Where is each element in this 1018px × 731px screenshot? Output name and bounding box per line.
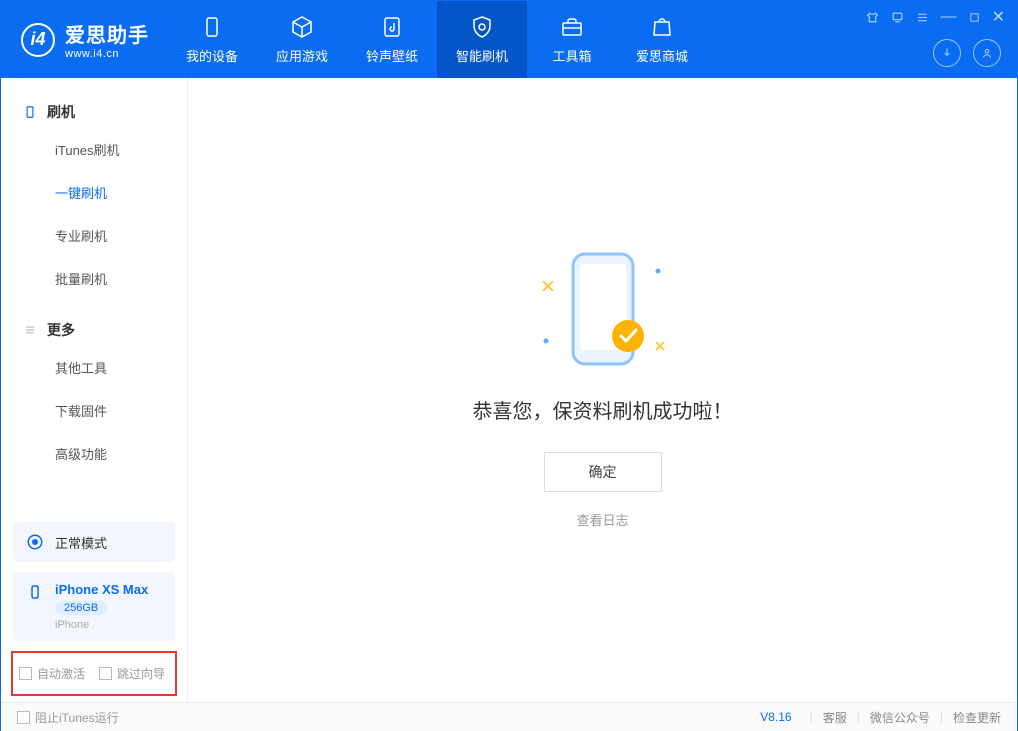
footer-right: V8.16 | 客服 | 微信公众号 | 检查更新 xyxy=(760,709,1001,726)
checkbox-skip-guide[interactable]: 跳过向导 xyxy=(99,665,165,682)
version-label: V8.16 xyxy=(760,710,791,724)
window-controls: — ✕ xyxy=(866,7,1005,27)
user-button[interactable] xyxy=(973,39,1001,67)
shield-refresh-icon xyxy=(469,14,495,40)
list-icon xyxy=(23,323,37,337)
device-info: iPhone XS Max 256GB iPhone xyxy=(55,582,148,631)
mode-icon xyxy=(25,532,45,552)
mode-box[interactable]: 正常模式 xyxy=(13,522,175,562)
music-file-icon xyxy=(379,14,405,40)
sidebar-group-more: 更多 xyxy=(1,314,187,346)
sidebar-item-itunes[interactable]: iTunes刷机 xyxy=(1,128,187,171)
device-type: iPhone xyxy=(55,619,148,631)
device-box[interactable]: iPhone XS Max 256GB iPhone xyxy=(13,572,175,641)
separator: | xyxy=(940,710,943,724)
check-update-link[interactable]: 检查更新 xyxy=(953,709,1001,726)
group-label: 更多 xyxy=(47,320,75,340)
device-name: iPhone XS Max xyxy=(55,582,148,597)
logo-text: 爱思助手 www.i4.cn xyxy=(65,19,149,60)
sidebar: 刷机 iTunes刷机 一键刷机 专业刷机 批量刷机 更多 其他工具 下载固件 … xyxy=(1,78,188,702)
nav-label: 智能刷机 xyxy=(456,46,508,65)
group-label: 刷机 xyxy=(47,102,75,122)
logo-icon: i4 xyxy=(21,23,55,57)
toolbox-icon xyxy=(559,14,585,40)
sidebar-item-other[interactable]: 其他工具 xyxy=(1,346,187,389)
checkbox-label: 跳过向导 xyxy=(117,665,165,682)
nav: 我的设备 应用游戏 铃声壁纸 智能刷机 工具箱 爱思商城 xyxy=(167,1,707,78)
cube-icon xyxy=(289,14,315,40)
shirt-icon[interactable] xyxy=(866,11,879,24)
maximize-button[interactable] xyxy=(969,12,980,23)
nav-toolbox[interactable]: 工具箱 xyxy=(527,1,617,78)
nav-label: 应用游戏 xyxy=(276,46,328,65)
separator: | xyxy=(857,710,860,724)
sidebar-item-oneclick[interactable]: 一键刷机 xyxy=(1,171,187,214)
checkbox-auto-activate[interactable]: 自动激活 xyxy=(19,665,85,682)
success-illustration xyxy=(563,251,643,371)
separator: | xyxy=(810,710,813,724)
checkbox-label: 阻止iTunes运行 xyxy=(35,709,119,726)
header-right: — ✕ xyxy=(866,1,1017,67)
header: i4 爱思助手 www.i4.cn 我的设备 应用游戏 铃声壁纸 智能刷机 工具… xyxy=(1,1,1017,78)
sidebar-group-flash: 刷机 xyxy=(1,96,187,128)
footer-left: 阻止iTunes运行 xyxy=(17,709,119,726)
feedback-icon[interactable] xyxy=(891,11,904,24)
nav-flash[interactable]: 智能刷机 xyxy=(437,1,527,78)
minimize-button[interactable]: — xyxy=(941,8,957,26)
download-button[interactable] xyxy=(933,39,961,67)
nav-label: 爱思商城 xyxy=(636,46,688,65)
close-button[interactable]: ✕ xyxy=(992,7,1005,27)
sidebar-item-advanced[interactable]: 高级功能 xyxy=(1,432,187,475)
footer: 阻止iTunes运行 V8.16 | 客服 | 微信公众号 | 检查更新 xyxy=(1,702,1017,731)
success-message: 恭喜您，保资料刷机成功啦！ xyxy=(473,395,733,424)
device-icon xyxy=(25,582,45,602)
support-link[interactable]: 客服 xyxy=(823,709,847,726)
wechat-link[interactable]: 微信公众号 xyxy=(870,709,930,726)
view-log-link[interactable]: 查看日志 xyxy=(576,510,628,529)
nav-my-device[interactable]: 我的设备 xyxy=(167,1,257,78)
checkbox-box-icon xyxy=(19,667,32,680)
ok-button[interactable]: 确定 xyxy=(544,452,662,492)
sidebar-item-batch[interactable]: 批量刷机 xyxy=(1,257,187,300)
sidebar-item-firmware[interactable]: 下载固件 xyxy=(1,389,187,432)
main-content: 恭喜您，保资料刷机成功啦！ 确定 查看日志 xyxy=(188,78,1017,702)
nav-label: 工具箱 xyxy=(552,46,591,65)
shopping-bag-icon xyxy=(649,14,675,40)
checkbox-box-icon xyxy=(17,711,30,724)
nav-label: 我的设备 xyxy=(186,46,238,65)
device-storage-badge: 256GB xyxy=(55,601,107,615)
sidebar-scroll: 刷机 iTunes刷机 一键刷机 专业刷机 批量刷机 更多 其他工具 下载固件 … xyxy=(1,78,187,522)
checkbox-box-icon xyxy=(99,667,112,680)
phone-icon xyxy=(199,14,225,40)
mode-label: 正常模式 xyxy=(55,533,107,552)
phone-small-icon xyxy=(23,105,37,119)
menu-icon[interactable] xyxy=(916,11,929,24)
checkbox-label: 自动激活 xyxy=(37,665,85,682)
nav-label: 铃声壁纸 xyxy=(366,46,418,65)
brand-url: www.i4.cn xyxy=(65,48,149,60)
nav-apps[interactable]: 应用游戏 xyxy=(257,1,347,78)
options-row-highlighted: 自动激活 跳过向导 xyxy=(11,651,177,696)
sidebar-item-pro[interactable]: 专业刷机 xyxy=(1,214,187,257)
nav-ringtones[interactable]: 铃声壁纸 xyxy=(347,1,437,78)
header-round-icons xyxy=(933,39,1005,67)
logo-area: i4 爱思助手 www.i4.cn xyxy=(1,1,167,78)
brand-name: 爱思助手 xyxy=(65,19,149,48)
body: 刷机 iTunes刷机 一键刷机 专业刷机 批量刷机 更多 其他工具 下载固件 … xyxy=(1,78,1017,702)
nav-store[interactable]: 爱思商城 xyxy=(617,1,707,78)
checkbox-block-itunes[interactable]: 阻止iTunes运行 xyxy=(17,709,119,726)
